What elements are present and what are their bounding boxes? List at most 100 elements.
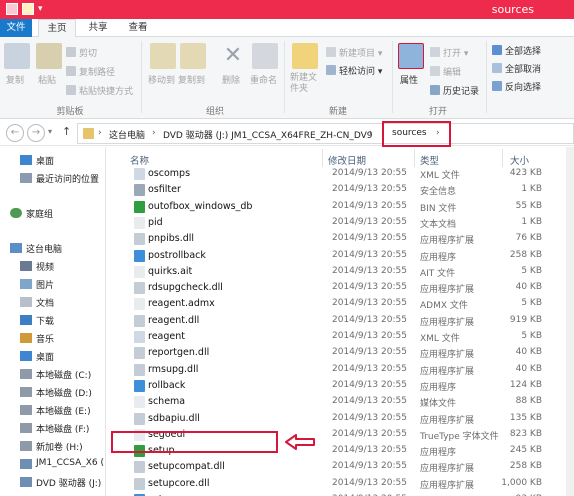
cut-label: 剪切 <box>79 49 98 59</box>
desktop-icon <box>20 155 32 165</box>
new-folder-button[interactable]: 新建文件夹 <box>290 73 320 95</box>
file-date: 2014/9/13 20:55 <box>332 282 407 293</box>
rename-icon[interactable] <box>252 43 278 69</box>
properties-button[interactable]: 属性 <box>400 73 418 86</box>
rename-button[interactable]: 重命名 <box>250 73 277 86</box>
file-row[interactable]: sdbapiu.dll 2014/9/13 20:55 应用程序扩展 135 KB <box>128 411 574 427</box>
paste-shortcut-button[interactable]: 粘贴快捷方式 <box>66 84 133 97</box>
paste-shortcut-label: 粘贴快捷方式 <box>79 87 134 97</box>
nav-item-drive-c[interactable]: 本地磁盘 (C:) <box>36 368 91 381</box>
column-header-type[interactable]: 类型 <box>420 153 439 167</box>
nav-item-recent[interactable]: 最近访问的位置 <box>36 172 99 185</box>
breadcrumb-sources[interactable]: sources <box>392 128 427 138</box>
file-row[interactable]: reagent.dll 2014/9/13 20:55 应用程序扩展 919 KB <box>128 313 574 329</box>
nav-item-desktop-2[interactable]: 桌面 <box>36 350 54 363</box>
column-header-date[interactable]: 修改日期 <box>328 153 366 167</box>
tab-share[interactable]: 共享 <box>80 19 116 37</box>
delete-button[interactable]: 删除 <box>222 73 240 86</box>
select-all-label: 全部选择 <box>505 47 542 57</box>
file-row[interactable]: rmsupg.dll 2014/9/13 20:55 应用程序扩展 40 KB <box>128 362 574 378</box>
nav-item-jm1-ccsa[interactable]: JM1_CCSA_X6 ( <box>36 458 104 468</box>
file-date: 2014/9/13 20:55 <box>332 477 407 488</box>
address-bar[interactable]: › 这台电脑 › DVD 驱动器 (J:) JM1_CCSA_X64FRE_ZH… <box>77 121 574 147</box>
breadcrumb-dvd-drive[interactable]: DVD 驱动器 (J:) JM1_CCSA_X64FRE_ZH-CN_DV9 <box>163 128 373 141</box>
move-to-button[interactable]: 移动到 <box>148 73 175 86</box>
open-button[interactable]: 打开 ▾ <box>430 46 468 59</box>
breadcrumb-separator-icon: › <box>369 128 373 138</box>
nav-item-drive-d[interactable]: 本地磁盘 (D:) <box>36 386 92 399</box>
file-row[interactable]: rollback 2014/9/13 20:55 应用程序 124 KB <box>128 378 574 394</box>
invert-selection-button[interactable]: 反向选择 <box>492 80 541 93</box>
file-row[interactable]: pid 2014/9/13 20:55 文本文档 1 KB <box>128 215 574 231</box>
file-row[interactable]: pnpibs.dll 2014/9/13 20:55 应用程序扩展 76 KB <box>128 231 574 247</box>
delete-icon[interactable]: ✕ <box>220 43 246 69</box>
quick-access-dropdown-icon[interactable]: ▾ <box>38 3 50 15</box>
nav-item-drive-e[interactable]: 本地磁盘 (E:) <box>36 404 91 417</box>
breadcrumb-this-pc[interactable]: 这台电脑 <box>109 128 145 141</box>
nav-item-downloads[interactable]: 下载 <box>36 314 54 327</box>
copy-path-button[interactable]: 复制路径 <box>66 65 115 78</box>
copy-to-button[interactable]: 复制到 <box>178 73 205 86</box>
column-divider[interactable] <box>414 149 415 167</box>
nav-item-music[interactable]: 音乐 <box>36 332 54 345</box>
quick-access-properties-icon[interactable] <box>6 3 18 15</box>
nav-item-desktop[interactable]: 桌面 <box>36 154 54 167</box>
file-row[interactable]: reagent 2014/9/13 20:55 XML 文件 5 KB <box>128 329 574 345</box>
copy-to-icon[interactable] <box>180 43 206 69</box>
column-divider[interactable] <box>502 149 503 167</box>
file-row[interactable]: quirks.ait 2014/9/13 20:55 AIT 文件 5 KB <box>128 264 574 280</box>
column-header-size[interactable]: 大小 <box>510 153 529 167</box>
new-item-button[interactable]: 新建项目 ▾ <box>326 46 382 59</box>
file-row[interactable]: rdsupgcheck.dll 2014/9/13 20:55 应用程序扩展 40 K… <box>128 280 574 296</box>
edit-button[interactable]: 编辑 <box>430 65 461 78</box>
column-divider[interactable] <box>322 149 323 167</box>
invert-selection-label: 反向选择 <box>505 83 542 93</box>
file-row[interactable]: reagent.admx 2014/9/13 20:55 ADMX 文件 5 KB <box>128 296 574 312</box>
nav-item-drive-h[interactable]: 新加卷 (H:) <box>36 440 83 453</box>
file-row[interactable]: setupcompat.dll 2014/9/13 20:55 应用程序扩展 258 … <box>128 459 574 475</box>
file-row[interactable]: schema 2014/9/13 20:55 媒体文件 88 KB <box>128 394 574 410</box>
file-row[interactable]: reportgen.dll 2014/9/13 20:55 应用程序扩展 40 KB <box>128 345 574 361</box>
tab-view[interactable]: 查看 <box>120 19 156 37</box>
easy-access-button[interactable]: 轻松访问 ▾ <box>326 64 382 77</box>
drive-icon <box>20 369 32 379</box>
paste-button[interactable]: 粘贴 <box>38 73 56 86</box>
left-arrow-icon <box>285 434 315 450</box>
select-none-button[interactable]: 全部取消 <box>492 62 541 75</box>
file-row[interactable]: setuperror2014/9/13 20:55应用程序93 KB <box>128 492 574 496</box>
scrollbar[interactable] <box>566 147 574 496</box>
history-button[interactable]: 历史记录 <box>430 84 479 97</box>
tab-home[interactable]: 主页 <box>38 19 76 38</box>
copy-button[interactable]: 复制 <box>6 73 24 86</box>
file-row[interactable]: postrollback 2014/9/13 20:55 应用程序 258 KB <box>128 248 574 264</box>
move-to-icon[interactable] <box>150 43 176 69</box>
file-row[interactable]: osfilter 2014/9/13 20:55 安全信息 1 KB <box>128 182 574 198</box>
cut-button[interactable]: 剪切 <box>66 46 97 59</box>
column-header-name[interactable]: 名称 <box>130 153 149 167</box>
properties-icon[interactable] <box>398 43 424 69</box>
recent-locations-chevron-icon[interactable]: ▾ <box>48 127 52 136</box>
nav-item-homegroup[interactable]: 家庭组 <box>26 207 53 220</box>
select-all-button[interactable]: 全部选择 <box>492 44 541 57</box>
paste-icon[interactable] <box>36 43 62 69</box>
history-label: 历史记录 <box>443 87 480 97</box>
nav-item-this-pc[interactable]: 这台电脑 <box>26 242 62 255</box>
copy-icon[interactable] <box>4 43 30 69</box>
file-row[interactable]: oscomps 2014/9/13 20:55 XML 文件 423 KB <box>128 166 574 182</box>
file-row[interactable]: outofbox_windows_db 2014/9/13 20:55 BIN 文件… <box>128 199 574 215</box>
nav-item-videos[interactable]: 视频 <box>36 260 54 273</box>
file-name: quirks.ait <box>148 265 193 277</box>
back-arrow-icon[interactable]: ← <box>6 124 24 142</box>
nav-item-drive-f[interactable]: 本地磁盘 (F:) <box>36 422 89 435</box>
file-row[interactable]: setupcore.dll 2014/9/13 20:55 应用程序扩展 1,000 … <box>128 476 574 492</box>
nav-item-documents[interactable]: 文档 <box>36 296 54 309</box>
tab-file[interactable]: 文件 <box>0 19 32 37</box>
forward-arrow-icon[interactable]: → <box>27 124 45 142</box>
nav-item-pictures[interactable]: 图片 <box>36 278 54 291</box>
up-arrow-icon[interactable]: ↑ <box>62 125 71 138</box>
nav-item-dvd-drive-j[interactable]: DVD 驱动器 (J:) <box>36 476 101 489</box>
file-name: reagent.dll <box>148 314 200 326</box>
quick-access-folder-icon[interactable] <box>22 3 34 15</box>
file-name: osfilter <box>148 184 181 196</box>
new-folder-icon[interactable] <box>292 43 318 69</box>
